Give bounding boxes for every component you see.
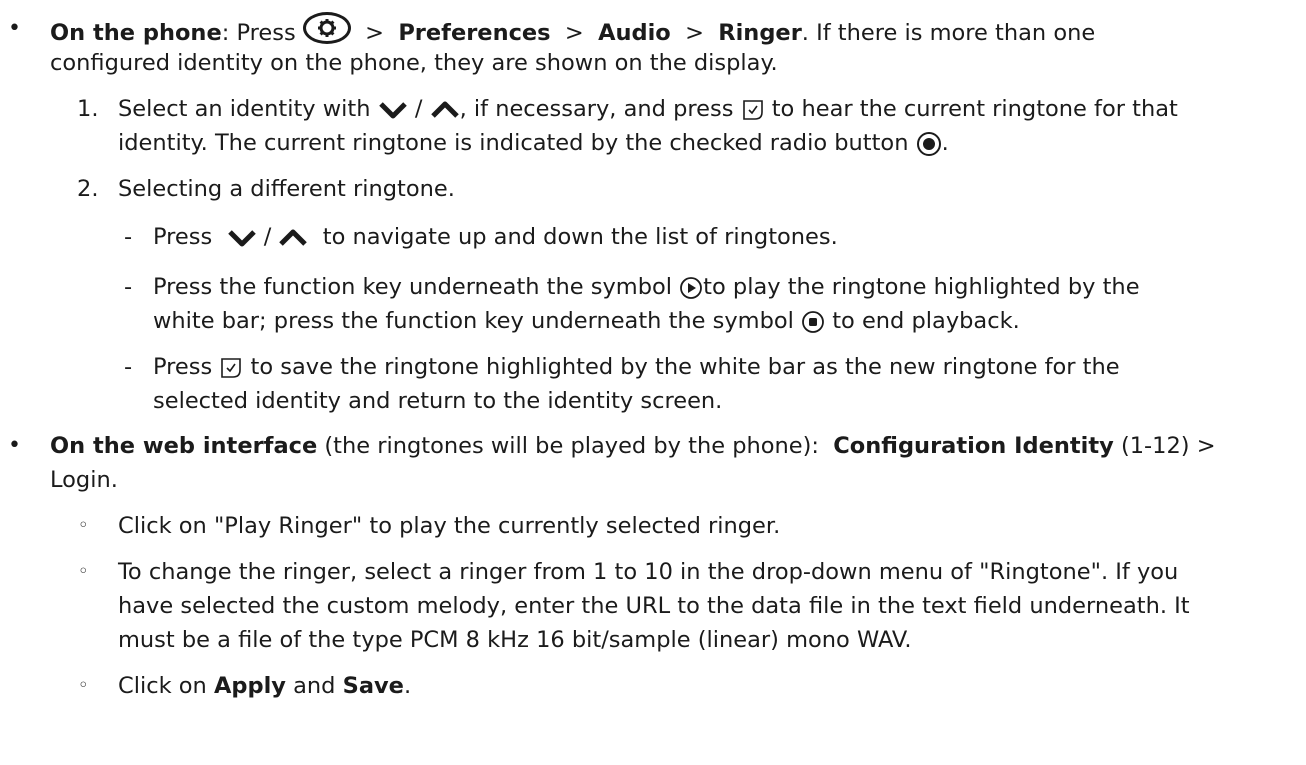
phone-line-1: On the phone: Press > Preferences > Audi…	[50, 12, 1095, 50]
menu-preferences: Preferences	[398, 20, 551, 46]
web-line-1: On the web interface (the ringtones will…	[50, 433, 1216, 459]
document-page: • On the phone: Press > Preferences > Au…	[0, 0, 1306, 765]
bullet-marker: •	[8, 16, 21, 41]
circle-marker: ◦	[78, 675, 89, 696]
menu-audio: Audio	[598, 20, 671, 46]
ok-check-icon	[742, 99, 763, 120]
chevron-up-icon	[430, 101, 459, 118]
dash-marker: -	[124, 354, 133, 380]
substep-play-line-1: Press the function key underneath the sy…	[153, 274, 1140, 300]
step-1-line-2: identity. The current ringtone is indica…	[118, 130, 949, 156]
web-line-2: Login.	[50, 467, 118, 493]
web-label: On the web interface	[50, 433, 318, 459]
step-2-number: 2.	[77, 176, 99, 202]
substep-navigate: Press / to navigate up and down the list…	[153, 224, 838, 250]
chevron-up-icon	[279, 229, 308, 246]
dash-marker: -	[124, 224, 133, 250]
radio-checked-icon	[916, 131, 941, 156]
menu-ringer: Ringer	[718, 20, 802, 46]
step-2-text: Selecting a different ringtone.	[118, 176, 455, 202]
phone-label: On the phone	[50, 20, 222, 46]
dash-marker: -	[124, 274, 133, 300]
ok-check-icon	[221, 357, 242, 378]
config-identity-label: Configuration Identity	[833, 433, 1114, 459]
web-item-change-ringer-line-1: To change the ringer, select a ringer fr…	[118, 559, 1179, 585]
chevron-down-icon	[378, 101, 407, 118]
apply-label: Apply	[213, 673, 286, 699]
substep-save-line-2: selected identity and return to the iden…	[153, 388, 723, 414]
stop-icon	[802, 310, 824, 333]
web-item-change-ringer-line-2: have selected the custom melody, enter t…	[118, 593, 1190, 619]
circle-marker: ◦	[78, 515, 89, 536]
save-label: Save	[342, 673, 404, 699]
circle-marker: ◦	[78, 561, 89, 582]
play-icon	[680, 276, 703, 299]
substep-save-line-1: Press to save the ringtone highlighted b…	[153, 354, 1120, 380]
web-item-play-ringer: Click on "Play Ringer" to play the curre…	[118, 513, 781, 539]
bullet-marker: •	[8, 433, 21, 458]
settings-key-icon	[302, 12, 351, 44]
step-1-number: 1.	[77, 96, 99, 122]
web-item-change-ringer-line-3: must be a file of the type PCM 8 kHz 16 …	[118, 627, 912, 653]
step-1-line-1: Select an identity with / , if necessary…	[118, 96, 1178, 122]
phone-line-2: configured identity on the phone, they a…	[50, 50, 778, 76]
chevron-down-icon	[227, 229, 256, 246]
web-item-apply-save: Click on Apply and Save.	[118, 673, 412, 699]
substep-play-line-2: white bar; press the function key undern…	[153, 308, 1020, 334]
